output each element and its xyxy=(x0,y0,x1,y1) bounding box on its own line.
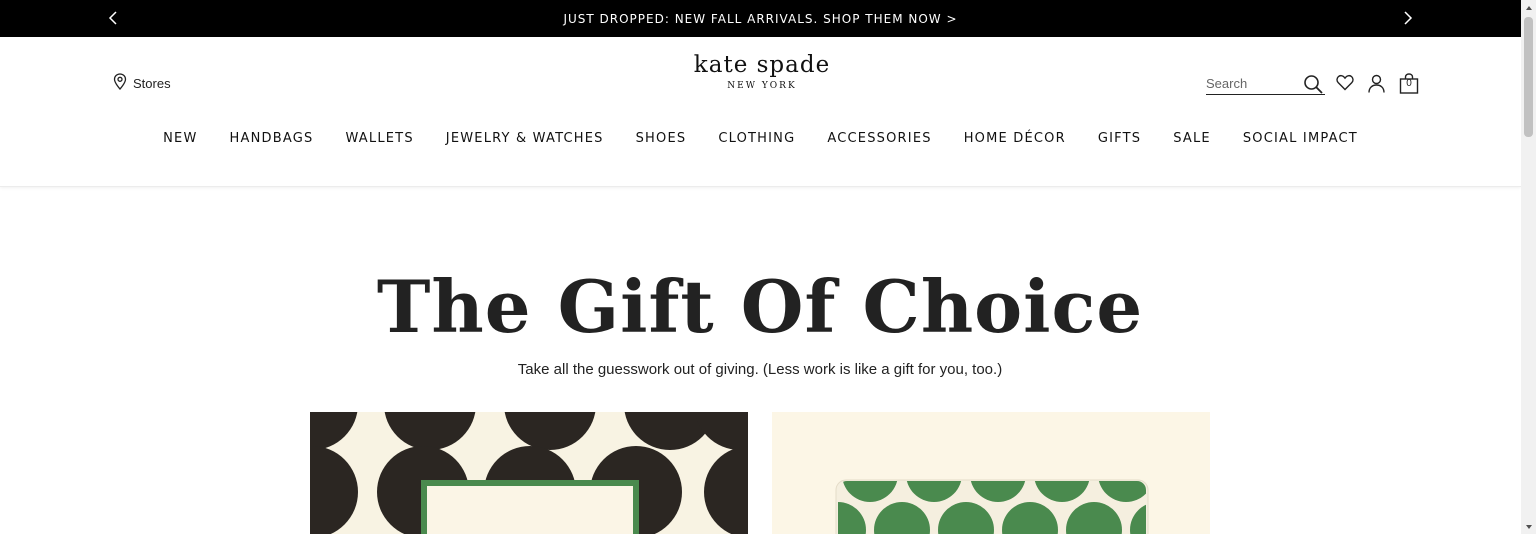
account-icon[interactable] xyxy=(1368,74,1385,98)
nav-item-clothing[interactable]: CLOTHING xyxy=(702,131,811,146)
search-box xyxy=(1206,73,1325,95)
nav-item-accessories[interactable]: ACCESSORIES xyxy=(811,131,947,146)
vertical-scrollbar[interactable] xyxy=(1521,0,1536,534)
stores-link[interactable]: Stores xyxy=(113,73,171,93)
nav-item-handbags[interactable]: HANDBAGS xyxy=(214,131,330,146)
nav-item-shoes[interactable]: SHOES xyxy=(620,131,703,146)
scroll-down-icon[interactable] xyxy=(1521,519,1536,534)
nav-item-home-decor[interactable]: HOME DÉCOR xyxy=(948,131,1082,146)
hero-title: The Gift Of Choice xyxy=(376,264,1144,349)
heart-icon[interactable] xyxy=(1336,74,1354,96)
gift-card-tile-polka[interactable] xyxy=(310,412,748,534)
stores-label: Stores xyxy=(133,75,171,91)
nav-item-social-impact[interactable]: SOCIAL IMPACT xyxy=(1227,131,1374,146)
bag-count: 0 xyxy=(1406,78,1412,89)
brand-logo[interactable]: kate spade NEW YORK xyxy=(668,51,856,91)
nav-item-sale[interactable]: SALE xyxy=(1157,131,1227,146)
promo-bar: JUST DROPPED: NEW FALL ARRIVALS. SHOP TH… xyxy=(0,0,1521,37)
logo-subtitle: NEW YORK xyxy=(727,81,797,91)
site-header: Stores kate spade NEW YORK 0 NEW HANDBAG… xyxy=(0,37,1521,187)
chevron-left-icon[interactable] xyxy=(104,9,122,27)
logo-wordmark: kate spade xyxy=(693,52,831,78)
location-pin-icon xyxy=(113,73,127,93)
nav-item-new[interactable]: NEW xyxy=(147,131,213,146)
nav-item-wallets[interactable]: WALLETS xyxy=(329,131,429,146)
gift-card-tile-green[interactable] xyxy=(772,412,1210,534)
search-input[interactable] xyxy=(1206,76,1296,91)
polka-dot-card-image xyxy=(310,412,748,534)
promo-link[interactable]: JUST DROPPED: NEW FALL ARRIVALS. SHOP TH… xyxy=(563,12,957,26)
hero-subtitle: Take all the guesswork out of giving. (L… xyxy=(517,361,1003,378)
nav-item-jewelry-watches[interactable]: JEWELRY & WATCHES xyxy=(430,131,620,146)
chevron-right-icon[interactable] xyxy=(1399,9,1417,27)
scroll-up-icon[interactable] xyxy=(1521,0,1536,15)
search-icon[interactable] xyxy=(1303,74,1323,99)
green-dot-card-image xyxy=(772,412,1210,534)
main-nav: NEW HANDBAGS WALLETS JEWELRY & WATCHES S… xyxy=(0,131,1521,146)
nav-item-gifts[interactable]: GIFTS xyxy=(1082,131,1157,146)
scrollbar-thumb[interactable] xyxy=(1524,17,1533,137)
shopping-bag-icon[interactable]: 0 xyxy=(1399,73,1419,99)
